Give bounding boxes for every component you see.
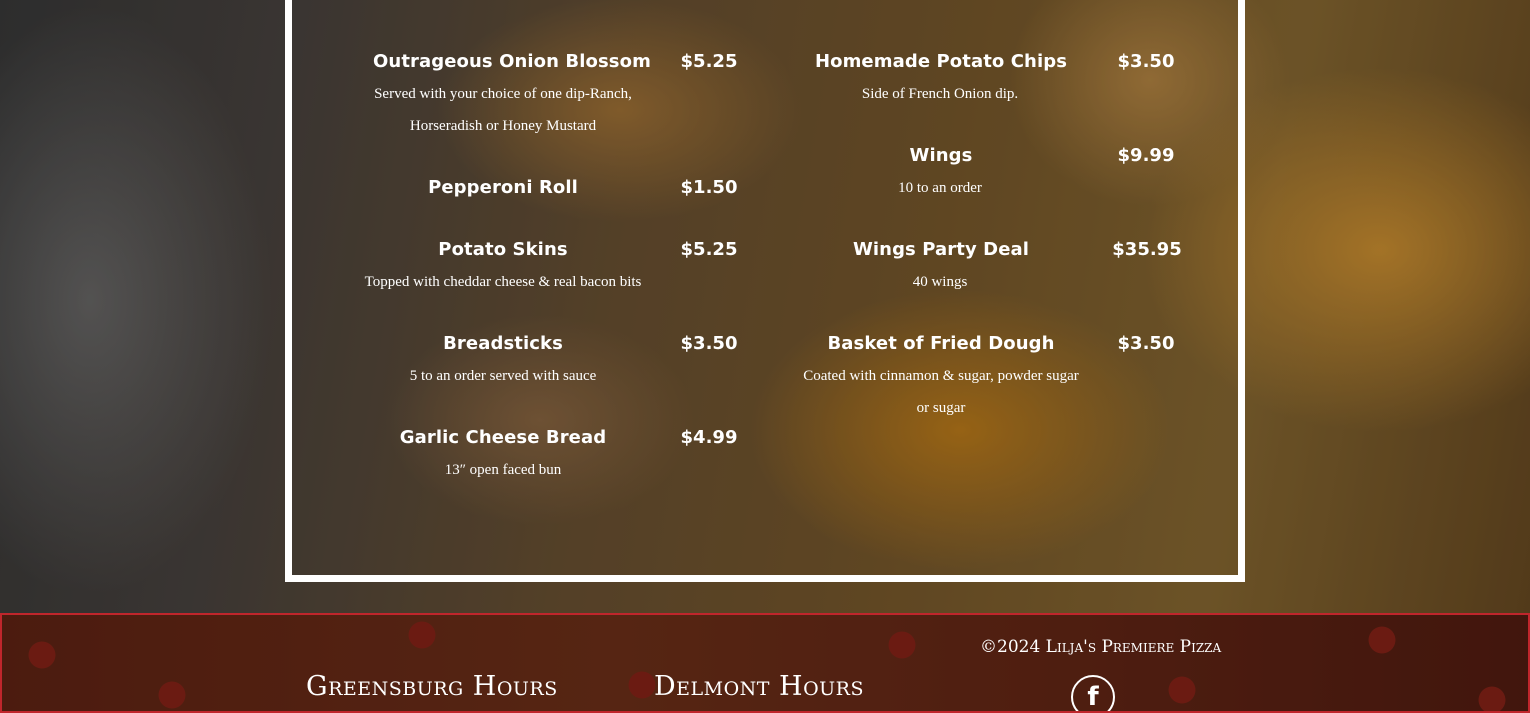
menu-item-name: Breadsticks — [443, 333, 563, 354]
menu-item-desc: Topped with cheddar cheese & real bacon … — [364, 274, 642, 290]
menu-item-price: $5.25 — [680, 51, 738, 72]
greensburg-hours-heading: Greensburg Hours — [306, 671, 558, 702]
menu-item-price: $1.50 — [680, 177, 738, 198]
menu-item-price: $4.99 — [680, 427, 738, 448]
menu-item-desc: 5 to an order served with sauce — [409, 368, 597, 384]
menu-item-price: $3.50 — [1117, 51, 1175, 72]
menu-item-name: Pepperoni Roll — [428, 177, 578, 198]
menu-item-desc: Served with your choice of one dip-Ranch… — [374, 86, 632, 134]
menu-item-name: Garlic Cheese Bread — [399, 427, 607, 448]
facebook-icon[interactable]: f — [1071, 675, 1115, 711]
menu-item-price: $5.25 — [680, 239, 738, 260]
menu-item-name: Basket of Fried Dough — [827, 333, 1055, 354]
menu-item-desc: 40 wings — [912, 274, 968, 290]
menu-item-name: Homemade Potato Chips — [814, 51, 1068, 72]
menu-item-name: Wings — [909, 145, 973, 166]
menu-item-name: Outrageous Onion Blossom — [373, 51, 651, 72]
menu-item-desc: Side of French Onion dip. — [861, 86, 1019, 102]
menu-item-name: Wings Party Deal — [852, 239, 1030, 260]
menu-item-price: $3.50 — [1117, 333, 1175, 354]
menu-item-price: $3.50 — [680, 333, 738, 354]
menu-item-name: Potato Skins — [438, 239, 568, 260]
copyright-text: ©2024 Lilja's Premiere Pizza — [980, 637, 1222, 657]
menu-item-price: $9.99 — [1117, 145, 1175, 166]
menu-item-price: $35.95 — [1112, 239, 1182, 260]
site-footer: Greensburg Hours Delmont Hours ©2024 Lil… — [0, 613, 1530, 713]
menu-item-desc: 13″ open faced bun — [444, 462, 562, 478]
delmont-hours-heading: Delmont Hours — [654, 671, 865, 702]
menu-item-desc: Coated with cinnamon & sugar, powder sug… — [803, 368, 1079, 416]
menu-item-desc: 10 to an order — [898, 180, 982, 196]
